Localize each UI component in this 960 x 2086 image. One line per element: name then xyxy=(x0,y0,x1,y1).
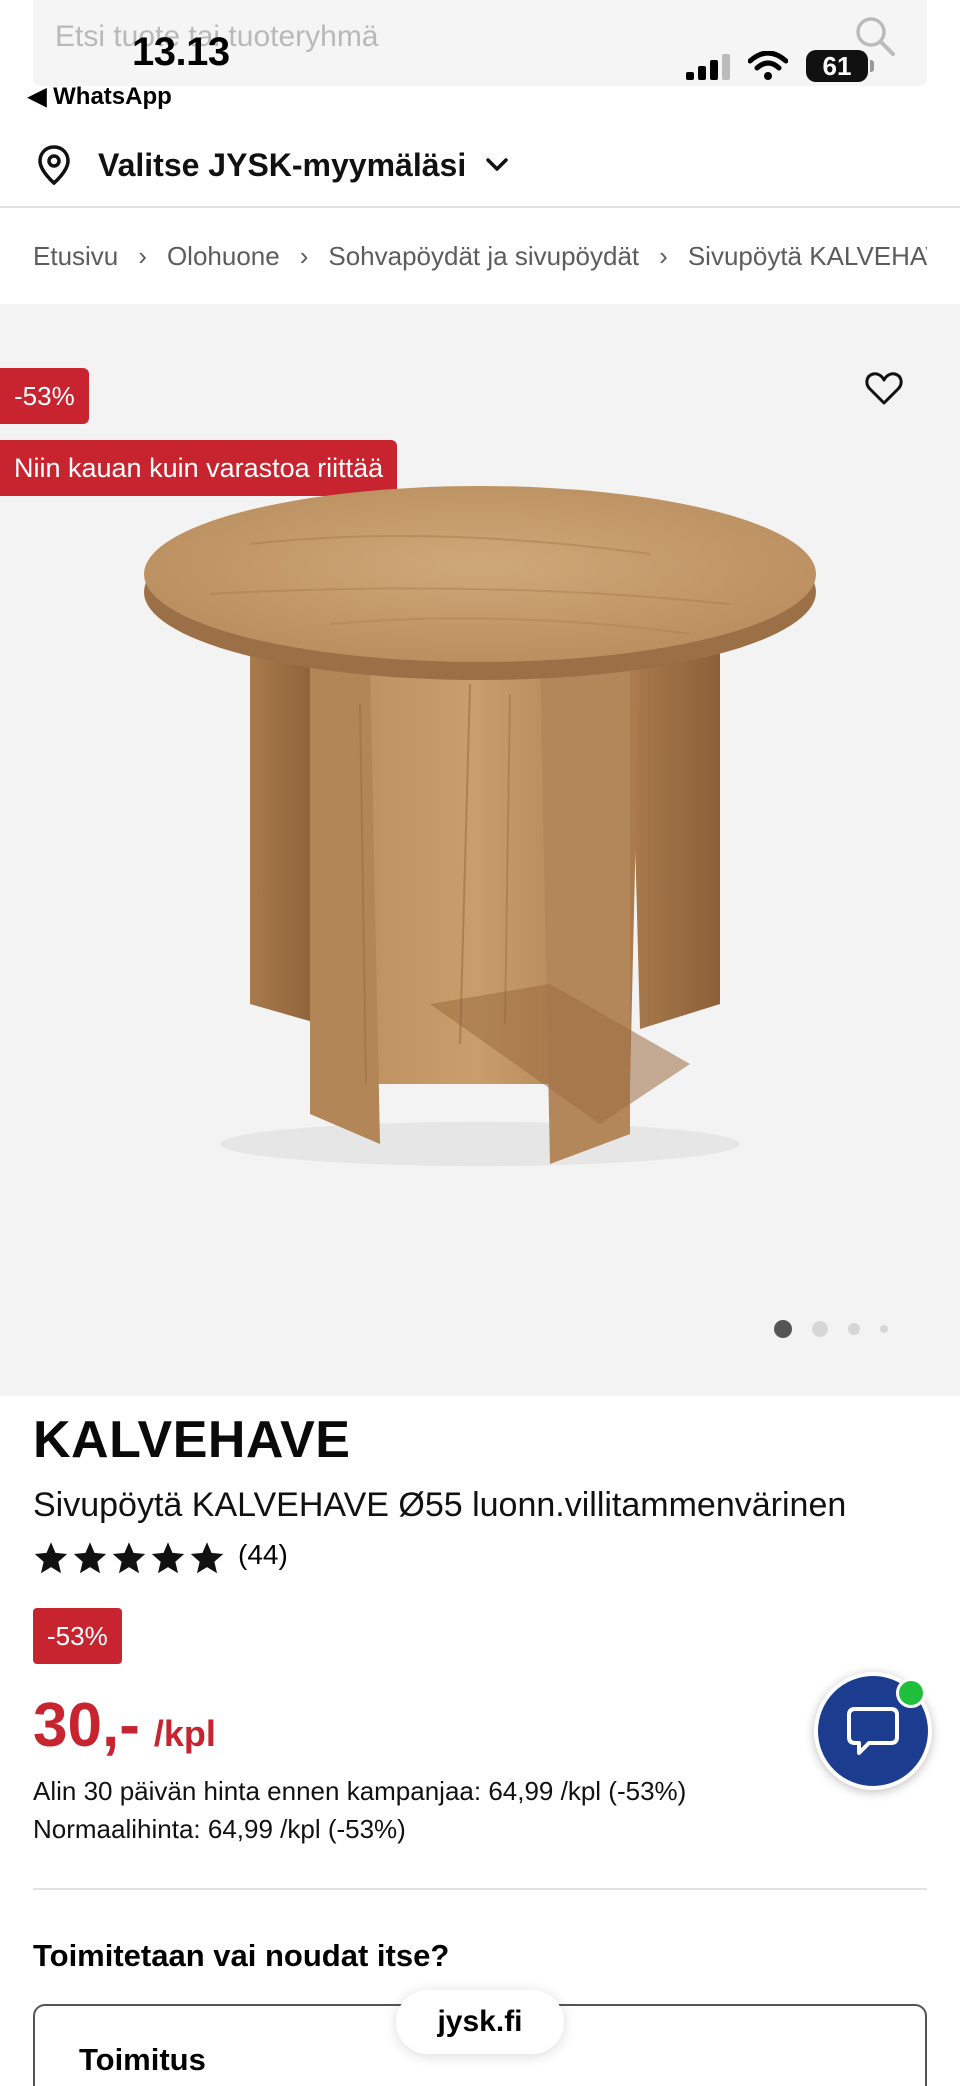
breadcrumb-item-living-room[interactable]: Olohuone xyxy=(167,241,280,272)
status-icons: 61 xyxy=(686,50,874,82)
cellular-signal-icon xyxy=(686,52,730,80)
discount-badge: -53% xyxy=(0,368,89,424)
image-pagination[interactable] xyxy=(774,1320,888,1338)
breadcrumb-item-product[interactable]: Sivupöytä KALVEHAVE xyxy=(688,241,927,272)
pagination-dot[interactable] xyxy=(812,1321,828,1337)
price: 30,- /kpl xyxy=(33,1690,216,1761)
star-icon xyxy=(34,1542,68,1574)
battery-indicator: 61 xyxy=(806,50,874,82)
online-status-dot xyxy=(896,1678,926,1708)
chat-button[interactable] xyxy=(814,1672,932,1790)
chat-bubble-icon xyxy=(847,1707,899,1755)
pagination-dot-active[interactable] xyxy=(774,1320,792,1338)
product-brand: KALVEHAVE xyxy=(33,1411,351,1469)
breadcrumb-item-tables[interactable]: Sohvapöydät ja sivupöydät xyxy=(328,241,639,272)
price-value: 30,- xyxy=(33,1691,140,1760)
divider xyxy=(33,1888,927,1890)
breadcrumb-chevron-icon: › xyxy=(299,240,309,271)
status-time: 13.13 xyxy=(132,30,230,74)
star-icon xyxy=(73,1542,107,1574)
product-image xyxy=(144,486,816,1166)
location-pin-icon xyxy=(38,145,70,186)
heart-icon[interactable] xyxy=(864,368,904,408)
breadcrumb-chevron-icon: › xyxy=(138,240,147,271)
browser-url-bar[interactable]: jysk.fi xyxy=(396,1990,564,2054)
store-selector-label: Valitse JYSK-myymäläsi xyxy=(98,146,467,183)
price-unit: /kpl xyxy=(153,1713,216,1754)
chevron-down-icon xyxy=(486,158,508,171)
breadcrumb-chevron-icon: › xyxy=(659,240,668,271)
delivery-option-title: Toimitus xyxy=(79,2042,206,2077)
breadcrumb-item-home[interactable]: Etusivu xyxy=(33,241,118,272)
star-icon xyxy=(190,1542,224,1574)
lowest-price-note: Alin 30 päivän hinta ennen kampanjaa: 64… xyxy=(33,1776,687,1806)
wifi-icon xyxy=(748,51,788,80)
product-image-gallery[interactable]: -53% Niin kauan kuin varastoa riittää xyxy=(0,304,960,1396)
back-to-app-link[interactable]: ◀ WhatsApp xyxy=(28,82,172,111)
pagination-dot[interactable] xyxy=(880,1325,888,1333)
product-name: Sivupöytä KALVEHAVE Ø55 luonn.villitamme… xyxy=(33,1486,847,1524)
pagination-dot[interactable] xyxy=(848,1323,860,1335)
discount-badge: -53% xyxy=(33,1608,122,1664)
star-icon xyxy=(112,1542,146,1574)
star-icon xyxy=(151,1542,185,1574)
delivery-question: Toimitetaan vai noudat itse? xyxy=(33,1938,450,1973)
rating[interactable]: (44) xyxy=(33,1539,288,1576)
review-count[interactable]: (44) xyxy=(238,1539,288,1571)
breadcrumb: Etusivu › Olohuone › Sohvapöydät ja sivu… xyxy=(33,236,927,276)
store-selector[interactable]: Valitse JYSK-myymäläsi xyxy=(0,124,960,208)
top-area: Etsi tuote tai tuoteryhmä 13.13 ◀ WhatsA… xyxy=(0,0,960,110)
normal-price-note: Normaalihinta: 64,99 /kpl (-53%) xyxy=(33,1814,406,1844)
